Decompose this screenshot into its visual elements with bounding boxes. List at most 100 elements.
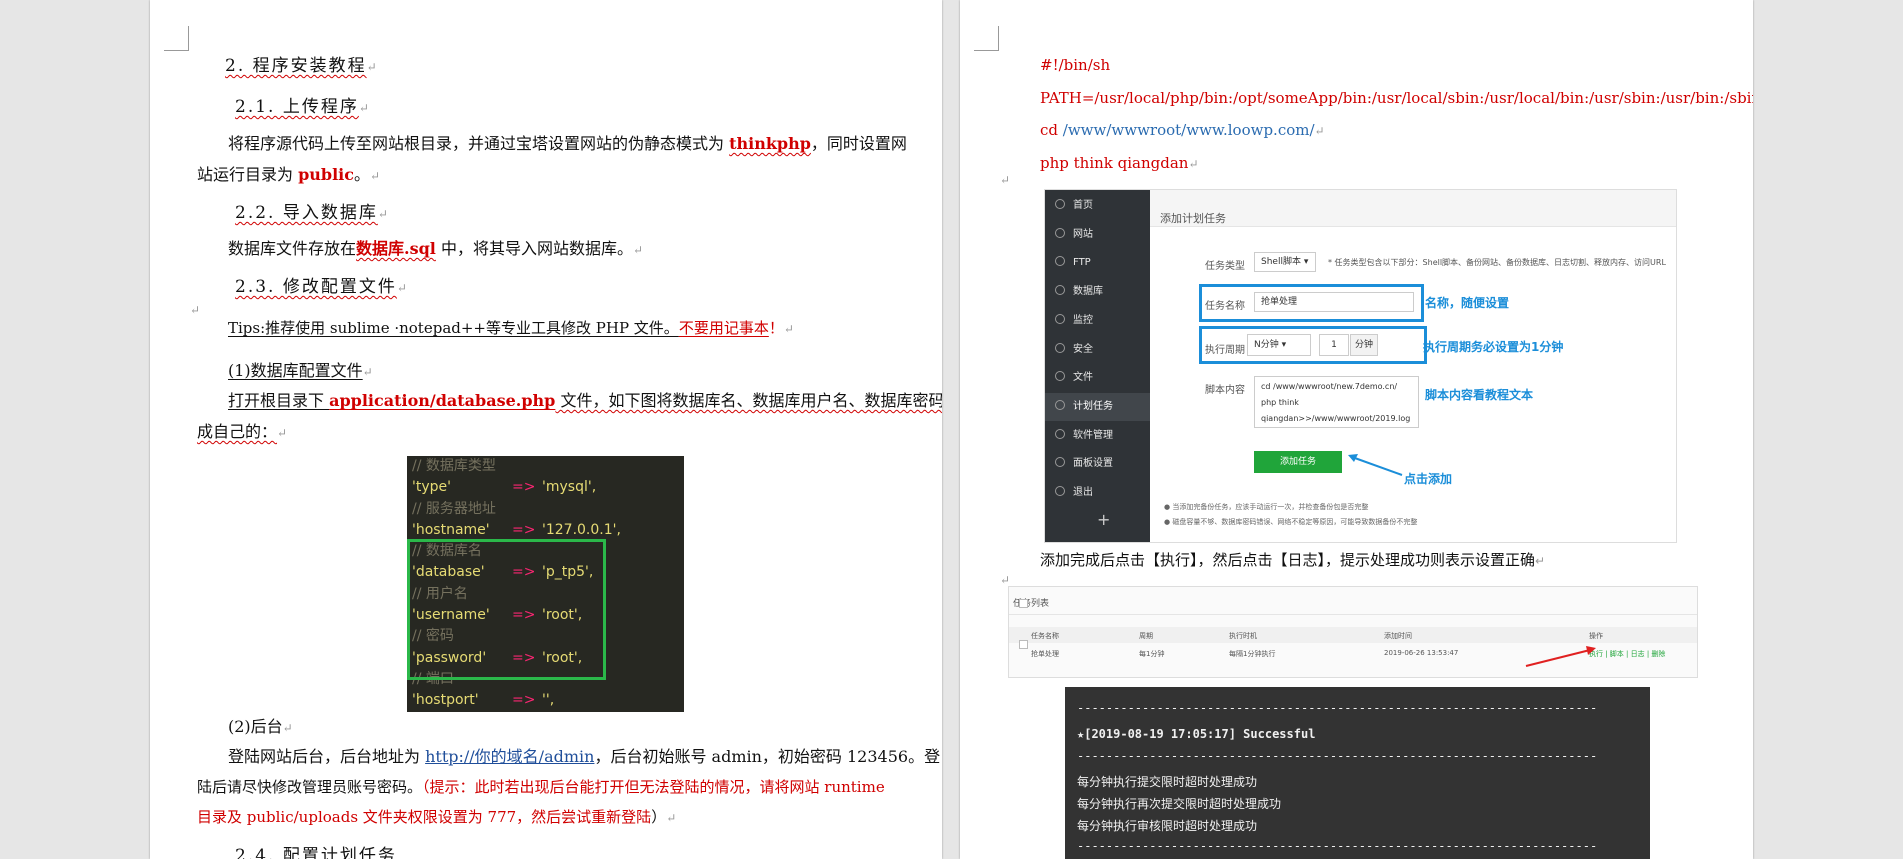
plus-icon[interactable]: + [1097, 510, 1110, 529]
heading-2-4: 2.4. 配置计划任务 [235, 846, 397, 859]
text: 成自己的： [197, 422, 278, 441]
section-admin: (2)后台↵ [228, 717, 293, 736]
keyword-database-php: application/database.php [329, 391, 556, 410]
sidebar-item[interactable]: 监控 [1045, 307, 1150, 335]
menu-icon [1055, 285, 1065, 296]
highlight-box [1199, 284, 1424, 322]
page-corner-mark [164, 26, 189, 51]
sidebar-item[interactable]: 计划任务 [1045, 392, 1150, 421]
sidebar-item-label: 网站 [1073, 228, 1093, 240]
menu-icon [1055, 227, 1065, 238]
sidebar-item-label: 软件管理 [1073, 429, 1113, 441]
admin-hint: 目录及 public/uploads 文件夹权限设置为 777，然后尝试重新登陆 [197, 808, 652, 826]
cd-path: /www/wwwroot/www.loowp.com/ [1062, 121, 1315, 139]
code-line: 'hostport' => '', [407, 690, 684, 711]
row-actions[interactable]: 执行 | 脚本 | 日志 | 删除 [1589, 649, 1665, 659]
text: PATH=/usr/local/php/bin:/opt/someApp/bin… [1040, 89, 1753, 107]
tips-warning: 不要用记事本 [678, 319, 769, 337]
column-header: 周期 [1139, 632, 1153, 640]
task-type-label: 任务类型 [1205, 261, 1245, 272]
menu-icon [1055, 486, 1065, 496]
bullet-1: ● 当添加完备份任务，应该手动运行一次，并检查备份包是否完整 [1164, 503, 1369, 511]
sidebar-item-label: 文件 [1073, 372, 1093, 384]
heading-2-4-text: 2.4. 配置计划任务 [235, 846, 397, 859]
execution-log: ----------------------------------------… [1065, 687, 1650, 859]
menu-icon [1055, 457, 1065, 468]
para-admin-line3: 目录及 public/uploads 文件夹权限设置为 777，然后尝试重新登陆… [197, 808, 677, 826]
code-line: 'type' => 'mysql', [407, 477, 684, 498]
sidebar-item[interactable]: 文件 [1045, 364, 1150, 392]
code-value: '', [542, 692, 555, 709]
left-page: 2. 程序安装教程↵ 2.1. 上传程序↵ 将程序源代码上传至网站根目录，并通过… [150, 0, 942, 859]
code-value: '127.0.0.1', [542, 521, 621, 538]
done-text: 添加完成后点击【执行】，然后点击【日志】，提示处理成功则表示设置正确↵ [1040, 551, 1546, 569]
column-header: 执行时机 [1229, 632, 1257, 640]
sidebar-item[interactable]: 软件管理 [1045, 422, 1150, 450]
text: Tips:推荐使用 sublime ·notepad++等专业工具修改 PHP … [228, 319, 679, 337]
text: 磁盘容量不够、数据库密码错误、网络不稳定等原因，可能导致数据备份不完整 [1172, 518, 1418, 526]
cd-line: cd /www/wwwroot/www.loowp.com/↵ [1040, 121, 1325, 139]
row-checkbox[interactable] [1019, 599, 1028, 608]
sidebar-item[interactable]: FTP [1045, 249, 1150, 277]
sidebar-item[interactable]: 网站 [1045, 221, 1150, 249]
task-type-note: * 任务类型包含以下部分：Shell脚本、备份网站、备份数据库、日志切割、释放内… [1328, 258, 1666, 267]
text: 站运行目录为 [197, 165, 299, 184]
row-checkbox[interactable] [1019, 640, 1028, 649]
sidebar-item-label: 安全 [1073, 343, 1093, 355]
script-textarea[interactable]: cd /www/wwwroot/new.7demo.cn/php think qi… [1254, 376, 1419, 428]
sidebar-item[interactable]: 首页 [1045, 192, 1150, 220]
status-line: ★[2019-08-19 17:05:17] Successful [1077, 727, 1316, 741]
code-line: // 服务器地址 [407, 499, 684, 520]
sidebar-item-label: 首页 [1073, 200, 1093, 211]
sidebar-item[interactable]: 面板设置 [1045, 450, 1150, 478]
para-mark: ↵ [190, 303, 201, 317]
sidebar-item[interactable]: 数据库 [1045, 278, 1150, 306]
shebang-line: #!/bin/sh [1040, 55, 1110, 75]
arrow-icon [1525, 646, 1596, 667]
text: Shell脚本 [1261, 257, 1301, 267]
code-line: // 数据库类型 [407, 456, 684, 477]
table-cell: 抢单处理 [1031, 650, 1059, 658]
log-line: 每分钟执行再次提交限时超时处理成功 [1077, 797, 1282, 811]
code-operator: => [512, 479, 536, 496]
add-task-button[interactable]: 添加任务 [1254, 451, 1342, 473]
code-line: 'hostname' => '127.0.0.1', [407, 520, 684, 541]
sidebar-item[interactable]: 退出 [1045, 479, 1150, 507]
text: ！ [768, 319, 784, 337]
code-key: 'type' [412, 479, 451, 496]
sidebar-item-label: FTP [1073, 257, 1091, 269]
heading-2-2: 2.2. 导入数据库↵ [235, 203, 390, 223]
column-header: 操作 [1589, 632, 1603, 640]
panel-sidebar: 首页网站 FTP 数据库 监控安全文件计划任务软件管理面板设置退出 [1045, 190, 1150, 542]
admin-url-link[interactable]: http://你的域名/admin [425, 747, 594, 766]
text: cd [1040, 121, 1063, 139]
menu-icon [1055, 428, 1065, 439]
script-note: 脚本内容看教程文本 [1425, 388, 1534, 402]
para-admin-line1: 登陆网站后台，后台地址为 http://你的域名/admin，后台初始账号 ad… [228, 747, 940, 767]
code-comment: // 数据库类型 [412, 458, 496, 474]
heading-2-1: 2.1. 上传程序↵ [235, 97, 371, 117]
text: + [1097, 510, 1111, 529]
arrow-icon [1348, 454, 1403, 476]
sidebar-item-label: 面板设置 [1073, 458, 1113, 470]
column-header: 任务名称 [1031, 632, 1059, 640]
text: (2)后台 [228, 717, 283, 736]
sidebar-item[interactable]: 安全 [1045, 336, 1150, 364]
para-upload-line1: 将程序源代码上传至网站根目录，并通过宝塔设置网站的伪静态模式为 thinkphp… [228, 134, 907, 154]
script-line: php think [1261, 398, 1299, 407]
keyword-sql: 数据库.sql [356, 239, 436, 258]
add-note: 点击添加 [1404, 472, 1453, 486]
task-type-select[interactable]: Shell脚本 ▾ [1254, 252, 1316, 272]
code-operator: => [512, 521, 536, 538]
code-key: 'hostport' [412, 692, 479, 709]
text: 添加完成后点击【执行】，然后点击【日志】，提示处理成功则表示设置正确 [1040, 551, 1536, 569]
heading-2-3: 2.3. 修改配置文件↵ [235, 277, 409, 297]
heading-2: 2. 程序安装教程↵ [225, 56, 379, 76]
text: 文件，如下图将数据库名、数据库用户名、数据库密码修改 [555, 391, 942, 410]
admin-hint: （提示：此时若出现后台能打开但无法登陆的情况，请将网站 runtime [422, 778, 885, 796]
highlight-box [407, 539, 606, 680]
para-db-config-line1: 打开根目录下 application/database.php 文件，如下图将数… [228, 391, 942, 411]
keyword-public: public [298, 165, 354, 184]
column-header: 添加时间 [1384, 632, 1412, 640]
menu-icon [1055, 199, 1065, 209]
